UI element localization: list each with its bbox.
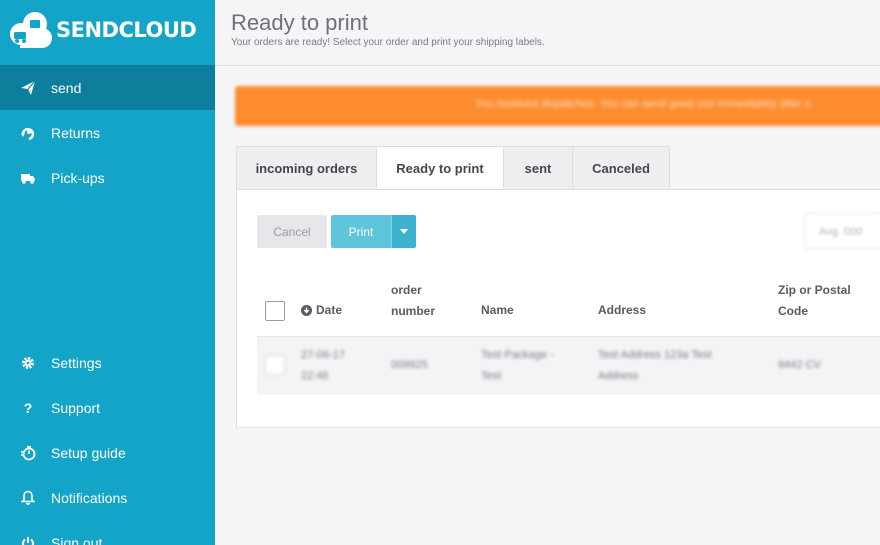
cell-address: Test Address 123a Test Address xyxy=(598,345,712,387)
column-name: Name xyxy=(481,303,514,317)
sidebar-item-send[interactable]: send xyxy=(0,65,215,110)
page-subtitle: Your orders are ready! Select your order… xyxy=(231,37,545,48)
caret-down-icon xyxy=(400,229,408,234)
cell-name: Test Package - Test xyxy=(481,345,554,387)
sidebar-item-support[interactable]: ? Support xyxy=(0,385,215,430)
row-checkbox[interactable] xyxy=(265,355,285,375)
table-row[interactable]: 27-06-17 22:46 009925 Test Package - Tes… xyxy=(257,337,880,395)
sendcloud-logo[interactable]: SENDCLOUD xyxy=(8,10,197,50)
bell-icon xyxy=(19,489,37,507)
column-order-number-line2: number xyxy=(391,304,436,318)
sidebar-item-label: Sign out xyxy=(51,534,103,545)
table-row-content: 27-06-17 22:46 009925 Test Package - Tes… xyxy=(257,337,880,395)
sort-down-icon xyxy=(301,305,312,316)
cell-address-line2: Address xyxy=(598,370,639,382)
column-zip-line1: Zip or Postal xyxy=(778,283,851,297)
cell-zip: 9442 CV xyxy=(778,359,821,371)
column-date[interactable]: Date xyxy=(301,300,342,321)
column-address: Address xyxy=(598,303,647,317)
search-input[interactable]: Avg. 000 xyxy=(804,213,880,249)
search-placeholder: Avg. 000 xyxy=(819,226,863,238)
cancel-button[interactable]: Cancel xyxy=(257,215,327,248)
cell-date-line1: 27-06-17 xyxy=(301,349,346,361)
page-header: Ready to print Your orders are ready! Se… xyxy=(215,0,880,66)
gear-icon xyxy=(19,354,37,372)
tab-incoming-orders[interactable]: incoming orders xyxy=(236,146,377,189)
print-button[interactable]: Print xyxy=(331,215,391,248)
cloud-logo-icon xyxy=(10,12,52,48)
column-date-label: Date xyxy=(316,303,343,317)
sidebar-item-label: Notifications xyxy=(51,489,128,506)
tab-ready-to-print[interactable]: Ready to print xyxy=(376,146,504,190)
select-all-checkbox[interactable] xyxy=(265,301,285,321)
cell-order-number: 009925 xyxy=(391,359,428,371)
returns-icon xyxy=(19,124,37,142)
tab-canceled[interactable]: Canceled xyxy=(572,146,670,189)
banner-text: You received dispatches. You can send gr… xyxy=(475,98,811,110)
truck-icon xyxy=(19,169,37,187)
notification-banner[interactable]: You received dispatches. You can send gr… xyxy=(235,86,880,126)
sidebar-item-label: Pick-ups xyxy=(51,169,105,186)
cell-name-line2: Test xyxy=(481,370,502,382)
cell-date: 27-06-17 22:46 xyxy=(301,345,345,387)
column-order-number-line1: order xyxy=(391,283,422,297)
sidebar: SENDCLOUD send Returns Pick-ups Settings… xyxy=(0,0,215,545)
sidebar-item-label: Returns xyxy=(51,124,101,141)
sidebar-item-returns[interactable]: Returns xyxy=(0,110,215,155)
column-order-number: order number xyxy=(391,280,435,322)
sidebar-item-label: Settings xyxy=(51,354,102,371)
sidebar-item-label: send xyxy=(51,79,82,96)
print-options-button[interactable] xyxy=(391,215,416,248)
sidebar-item-pickups[interactable]: Pick-ups xyxy=(0,155,215,200)
tab-divider xyxy=(236,189,880,190)
power-icon xyxy=(19,534,37,545)
cell-date-line2: 22:46 xyxy=(301,370,329,382)
sidebar-item-setup-guide[interactable]: Setup guide xyxy=(0,430,215,475)
sidebar-item-notifications[interactable]: Notifications xyxy=(0,475,215,520)
page-title: Ready to print xyxy=(231,10,368,35)
cell-name-line1: Test Package - xyxy=(481,349,554,361)
cell-address-line1: Test Address 123a Test xyxy=(598,349,712,361)
tab-sent[interactable]: sent xyxy=(503,146,573,189)
sidebar-item-sign-out[interactable]: Sign out xyxy=(0,520,215,545)
question-icon: ? xyxy=(23,399,33,416)
column-zip-line2: Code xyxy=(778,304,808,318)
sidebar-item-label: Support xyxy=(51,399,101,416)
stopwatch-icon xyxy=(19,444,37,462)
sidebar-item-settings[interactable]: Settings xyxy=(0,340,215,385)
paper-plane-icon xyxy=(19,79,37,97)
column-zip: Zip or Postal Code xyxy=(778,280,851,322)
sidebar-item-label: Setup guide xyxy=(51,444,126,461)
brand-name: SENDCLOUD xyxy=(56,18,197,42)
order-tabs: incoming orders Ready to print sent Canc… xyxy=(236,146,670,190)
